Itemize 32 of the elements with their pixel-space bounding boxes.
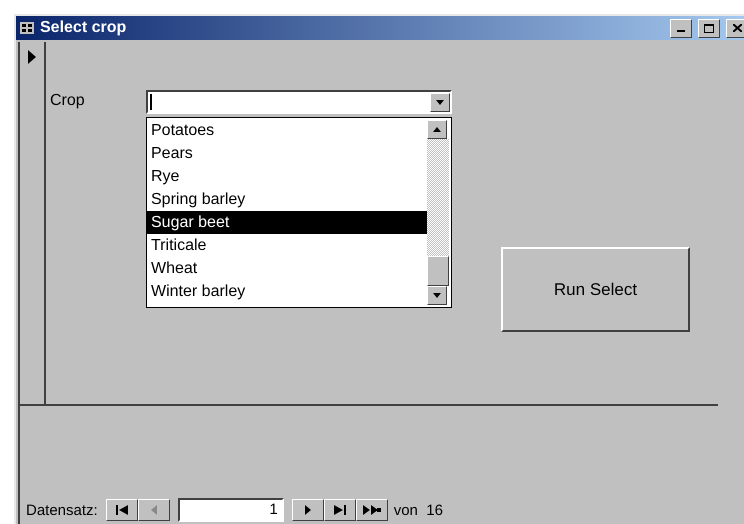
minimize-button[interactable] — [670, 18, 692, 38]
scroll-down-button[interactable] — [427, 286, 447, 305]
scrollbar[interactable] — [427, 118, 451, 307]
record-number-field[interactable]: 1 — [178, 498, 284, 522]
scroll-thumb[interactable] — [427, 256, 449, 286]
maximize-icon — [704, 24, 714, 32]
form-icon — [20, 22, 34, 34]
dropdown-button[interactable] — [430, 92, 450, 112]
run-select-button[interactable]: Run Select — [501, 247, 690, 332]
caret-icon — [436, 100, 444, 104]
record-label: Datensatz: — [26, 502, 98, 518]
crop-label: Crop — [50, 91, 86, 110]
last-record-icon — [334, 505, 346, 515]
navigation-button[interactable] — [356, 499, 388, 521]
first-record-icon — [116, 505, 128, 515]
maximize-button[interactable] — [698, 18, 720, 38]
navigation-button[interactable] — [292, 499, 324, 521]
scroll-up-icon — [433, 127, 441, 132]
close-button[interactable] — [726, 18, 744, 38]
text-cursor — [150, 94, 152, 110]
scroll-down-icon — [433, 293, 441, 298]
next-record-icon — [304, 505, 311, 515]
new-record-icon — [362, 505, 381, 515]
navigation-button[interactable] — [324, 499, 356, 521]
scroll-up-button[interactable] — [427, 120, 447, 139]
close-icon — [732, 24, 742, 32]
window-title: Select crop — [40, 19, 128, 37]
crop-combo-box[interactable] — [146, 90, 452, 114]
list-option[interactable]: Sugar beet — [147, 211, 427, 234]
record-count: von 16 — [394, 502, 443, 518]
previous-record-icon — [150, 505, 157, 515]
navigation-button[interactable] — [106, 499, 138, 521]
